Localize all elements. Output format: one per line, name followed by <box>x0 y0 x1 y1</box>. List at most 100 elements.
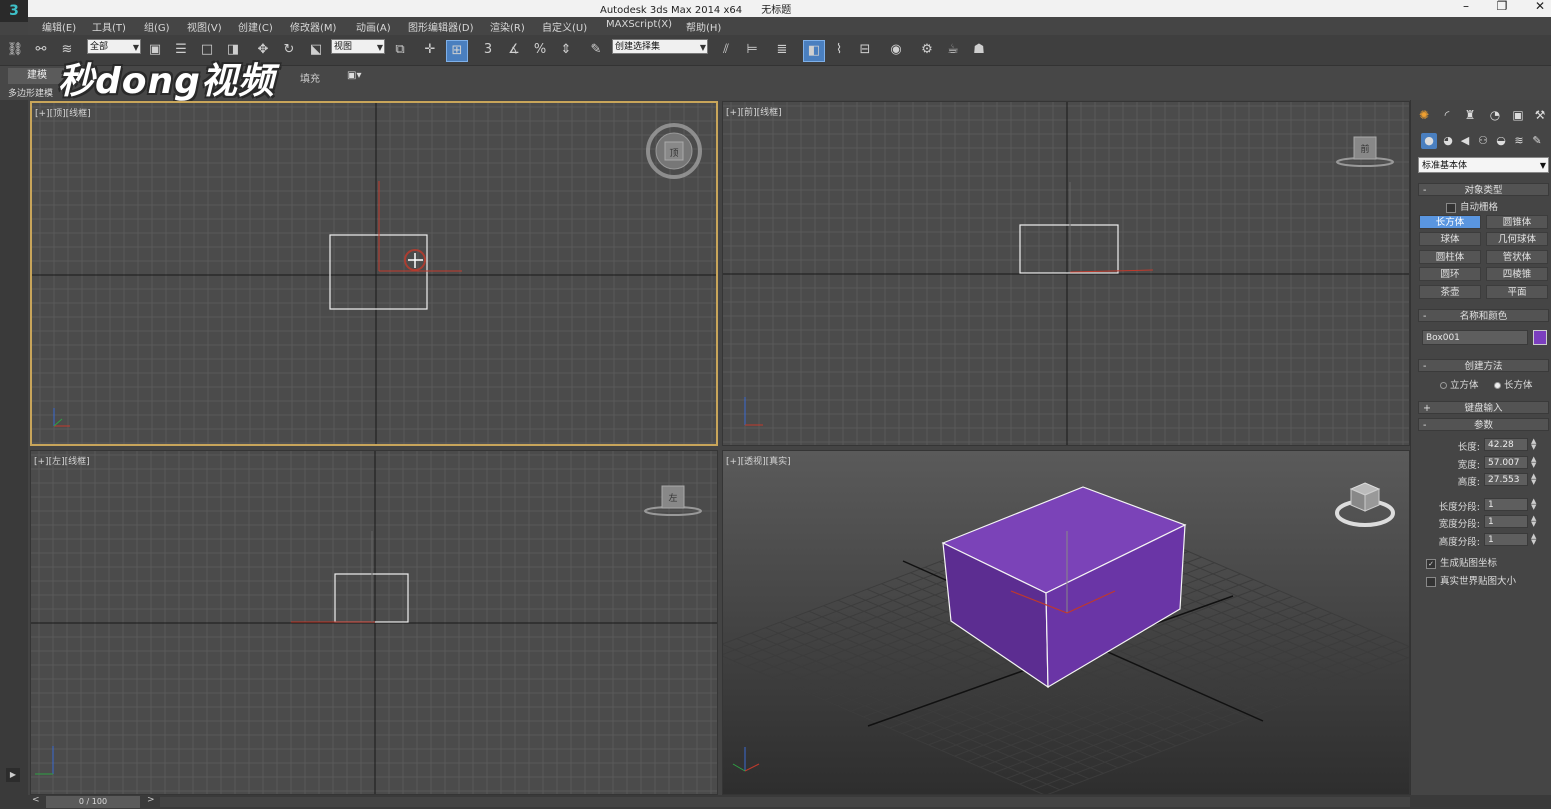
close-button[interactable]: ✕ <box>1530 0 1550 13</box>
scale-icon[interactable]: ⬕ <box>306 40 326 60</box>
object-torus-button[interactable]: 圆环 <box>1419 267 1481 281</box>
percent-snap-icon[interactable]: % <box>530 40 550 60</box>
menu-create[interactable]: 创建(C) <box>238 19 273 34</box>
ribbon-fill-label[interactable]: 填充 <box>300 70 320 85</box>
minimize-button[interactable]: – <box>1456 0 1476 13</box>
rollout-creation-method[interactable]: - 创建方法 <box>1418 359 1549 372</box>
rotate-icon[interactable]: ↻ <box>279 40 299 60</box>
height-input[interactable]: 27.553 <box>1484 473 1528 486</box>
motion-tab-icon[interactable]: ◔ <box>1486 106 1504 124</box>
rollout-keyboard-entry[interactable]: + 键盘输入 <box>1418 401 1549 414</box>
snap-toggle-icon[interactable]: 3 <box>478 40 498 60</box>
ref-coord-dropdown[interactable]: 视图 ▼ <box>331 39 385 54</box>
shapes-icon[interactable]: ◕ <box>1440 133 1456 149</box>
viewcube-left[interactable]: 左 <box>643 481 703 521</box>
height-segs-spinner[interactable]: ▲ ▼ <box>1531 533 1536 546</box>
maximize-button[interactable]: ❐ <box>1492 0 1512 13</box>
modify-tab-icon[interactable]: ◜ <box>1438 106 1456 124</box>
height-segs-input[interactable]: 1 <box>1484 533 1528 546</box>
keyboard-shortcut-toggle-icon[interactable]: ⊞ <box>446 40 468 62</box>
angle-snap-icon[interactable]: ∡ <box>504 40 524 60</box>
render-setup-icon[interactable]: ⚙ <box>917 40 937 60</box>
ribbon-options-icon[interactable]: ▣▾ <box>347 70 361 81</box>
length-input[interactable]: 42.28 <box>1484 438 1528 451</box>
menu-customize[interactable]: 自定义(U) <box>542 19 587 34</box>
viewcube-perspective[interactable] <box>1333 475 1397 531</box>
length-segs-spinner[interactable]: ▲ ▼ <box>1531 498 1536 511</box>
time-next-button[interactable]: > <box>147 795 155 805</box>
link-icon[interactable]: ⛓ <box>5 40 25 60</box>
graphite-toggle-icon[interactable]: ◧ <box>803 40 825 62</box>
mirror-icon[interactable]: ⫽ <box>716 40 736 60</box>
object-name-input[interactable]: Box001 <box>1422 330 1528 345</box>
width-input[interactable]: 57.007 <box>1484 456 1528 469</box>
schematic-view-icon[interactable]: ⊟ <box>855 40 875 60</box>
menu-views[interactable]: 视图(V) <box>187 19 222 34</box>
menu-maxscript[interactable]: MAXScript(X) <box>606 19 672 30</box>
autogrid-checkbox[interactable]: 自动栅格 <box>1446 199 1498 213</box>
object-color-swatch[interactable] <box>1533 330 1547 345</box>
time-track[interactable] <box>160 797 1410 807</box>
purple-box[interactable] <box>941 486 1187 689</box>
named-selection-dropdown[interactable]: 创建选择集 ▼ <box>612 39 708 54</box>
object-plane-button[interactable]: 平面 <box>1486 285 1548 299</box>
menu-graph-editors[interactable]: 图形编辑器(D) <box>408 19 474 34</box>
width-segs-spinner[interactable]: ▲ ▼ <box>1531 515 1536 528</box>
cameras-icon[interactable]: ⚇ <box>1475 133 1491 149</box>
viewcube-top[interactable]: 顶 <box>644 121 704 181</box>
material-editor-icon[interactable]: ◉ <box>886 40 906 60</box>
object-box-button[interactable]: 长方体 <box>1419 215 1481 229</box>
lights-icon[interactable]: ◀ <box>1457 133 1473 149</box>
object-geosphere-button[interactable]: 几何球体 <box>1486 232 1548 246</box>
viewcube-front[interactable]: 前 <box>1335 132 1395 172</box>
object-sphere-button[interactable]: 球体 <box>1419 232 1481 246</box>
object-teapot-button[interactable]: 茶壶 <box>1419 285 1481 299</box>
create-tab-icon[interactable]: ✺ <box>1415 106 1433 124</box>
menu-rendering[interactable]: 渲染(R) <box>490 19 525 34</box>
helpers-icon[interactable]: ◒ <box>1493 133 1509 149</box>
viewport-front-label[interactable]: [+][前][线框] <box>726 105 782 118</box>
viewport-left[interactable]: [+][左][线框] 左 <box>30 450 718 795</box>
edit-named-selection-icon[interactable]: ✎ <box>586 40 606 60</box>
viewport-front[interactable]: [+][前][线框] 前 <box>722 101 1410 446</box>
creation-box-radio[interactable]: 长方体 <box>1494 377 1533 391</box>
width-spinner[interactable]: ▲ ▼ <box>1531 456 1536 469</box>
curve-editor-icon[interactable]: ⌇ <box>829 40 849 60</box>
primitive-type-dropdown[interactable]: 标准基本体 ▼ <box>1418 157 1549 173</box>
width-segs-input[interactable]: 1 <box>1484 515 1528 528</box>
rollout-parameters[interactable]: - 参数 <box>1418 418 1549 431</box>
viewport-perspective[interactable]: [+][透视][真实] <box>722 450 1410 795</box>
height-spinner[interactable]: ▲ ▼ <box>1531 473 1536 486</box>
viewport-perspective-label[interactable]: [+][透视][真实] <box>726 454 791 467</box>
rollout-name-color[interactable]: - 名称和颜色 <box>1418 309 1549 322</box>
creation-cube-radio[interactable]: 立方体 <box>1440 377 1479 391</box>
viewport-left-label[interactable]: [+][左][线框] <box>34 454 90 467</box>
geometry-icon[interactable]: ● <box>1421 133 1437 149</box>
rollout-object-type[interactable]: - 对象类型 <box>1418 183 1549 196</box>
display-tab-icon[interactable]: ▣ <box>1509 106 1527 124</box>
play-icon[interactable]: ▶ <box>6 768 20 782</box>
pivot-center-icon[interactable]: ⧉ <box>390 40 410 60</box>
menu-tools[interactable]: 工具(T) <box>92 19 126 34</box>
hierarchy-tab-icon[interactable]: ♜ <box>1461 106 1479 124</box>
systems-icon[interactable]: ✎ <box>1529 133 1545 149</box>
rendered-frame-icon[interactable]: ☕ <box>943 40 963 60</box>
layer-manager-icon[interactable]: ≣ <box>772 40 792 60</box>
viewport-top-label[interactable]: [+][顶][线框] <box>35 106 91 119</box>
object-pyramid-button[interactable]: 四棱锥 <box>1486 267 1548 281</box>
app-logo-icon[interactable]: 3 <box>0 0 28 22</box>
render-production-icon[interactable]: ☗ <box>969 40 989 60</box>
unlink-icon[interactable]: ⚯ <box>31 40 51 60</box>
time-slider[interactable]: 0 / 100 <box>46 796 140 808</box>
menu-group[interactable]: 组(G) <box>144 19 170 34</box>
menu-animation[interactable]: 动画(A) <box>356 19 391 34</box>
align-icon[interactable]: ⊨ <box>742 40 762 60</box>
object-tube-button[interactable]: 管状体 <box>1486 250 1548 264</box>
object-cylinder-button[interactable]: 圆柱体 <box>1419 250 1481 264</box>
menu-help[interactable]: 帮助(H) <box>686 19 721 34</box>
viewport-top[interactable]: [+][顶][线框] 顶 <box>30 101 718 446</box>
gen-mapping-checkbox[interactable]: ✓ 生成贴图坐标 <box>1426 555 1497 569</box>
spacewarps-icon[interactable]: ≋ <box>1511 133 1527 149</box>
select-manipulate-icon[interactable]: ✛ <box>420 40 440 60</box>
time-prev-button[interactable]: < <box>32 795 40 805</box>
